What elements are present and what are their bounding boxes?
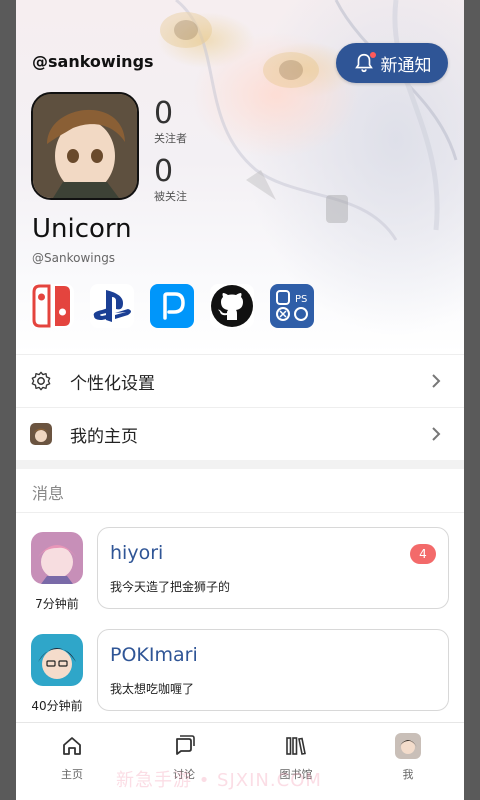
tab-me-label: 我 [402, 768, 414, 781]
section-divider [16, 460, 464, 469]
profile-page: @sankowings 新通知 0 关注者 0 被关注 Unicorn @San… [16, 0, 464, 800]
following-label: 关注者 [154, 132, 187, 145]
chat-icon [171, 733, 197, 759]
tab-home-label: 主页 [61, 768, 83, 781]
svg-text:PS: PS [295, 294, 307, 305]
pixiv-icon[interactable] [150, 284, 194, 328]
library-icon [283, 733, 309, 759]
messages-section-title: 消息 [32, 484, 65, 503]
user-avatar[interactable] [31, 92, 139, 200]
message-sender: hiyori [110, 542, 164, 564]
message-time: 40分钟前 [31, 699, 83, 713]
tab-home[interactable]: 主页 [16, 723, 128, 800]
personalization-settings-row[interactable]: 个性化设置 [16, 354, 464, 407]
new-notification-label: 新通知 [380, 55, 432, 76]
my-homepage-label: 我的主页 [70, 426, 138, 447]
message-card[interactable]: POKImari 我太想吃咖喱了 [97, 629, 449, 711]
watermark-text: 新急手游 • SJXIN.COM [116, 770, 322, 791]
platform-links: PS [30, 284, 314, 328]
chevron-right-icon [424, 372, 448, 390]
message-sender: POKImari [110, 644, 198, 666]
message-card[interactable]: hiyori 我今天造了把金狮子的 4 [97, 527, 449, 609]
personalization-settings-label: 个性化设置 [70, 373, 155, 394]
followers-count: 0 [154, 154, 174, 189]
home-icon [59, 733, 85, 759]
bell-icon [353, 52, 376, 74]
display-name: Unicorn [32, 214, 132, 244]
followers-label: 被关注 [154, 190, 187, 203]
my-homepage-row[interactable]: 我的主页 [16, 407, 464, 460]
followers-stat[interactable]: 0 被关注 [154, 156, 187, 204]
user-handle: @Sankowings [32, 251, 116, 265]
message-preview: 我太想吃咖喱了 [110, 682, 195, 696]
tab-me[interactable]: 我 [352, 723, 464, 800]
github-icon[interactable] [210, 284, 254, 328]
gear-icon [30, 370, 52, 392]
multi-platform-icon[interactable]: PS [270, 284, 314, 328]
message-avatar[interactable] [31, 634, 83, 686]
top-username: @sankowings [32, 52, 154, 71]
notification-dot [369, 52, 376, 58]
mini-avatar-icon [30, 423, 52, 445]
nintendo-switch-icon[interactable] [30, 284, 74, 328]
playstation-icon[interactable] [90, 284, 134, 328]
message-time: 7分钟前 [35, 597, 79, 611]
unread-badge: 4 [410, 544, 436, 564]
message-preview: 我今天造了把金狮子的 [110, 580, 231, 594]
following-stat[interactable]: 0 关注者 [154, 98, 187, 146]
new-notification-button[interactable]: 新通知 [336, 43, 448, 83]
chevron-right-icon [424, 425, 448, 443]
divider [16, 512, 464, 513]
profile-avatar-icon [395, 733, 421, 759]
following-count: 0 [154, 96, 174, 131]
message-avatar[interactable] [31, 532, 83, 584]
